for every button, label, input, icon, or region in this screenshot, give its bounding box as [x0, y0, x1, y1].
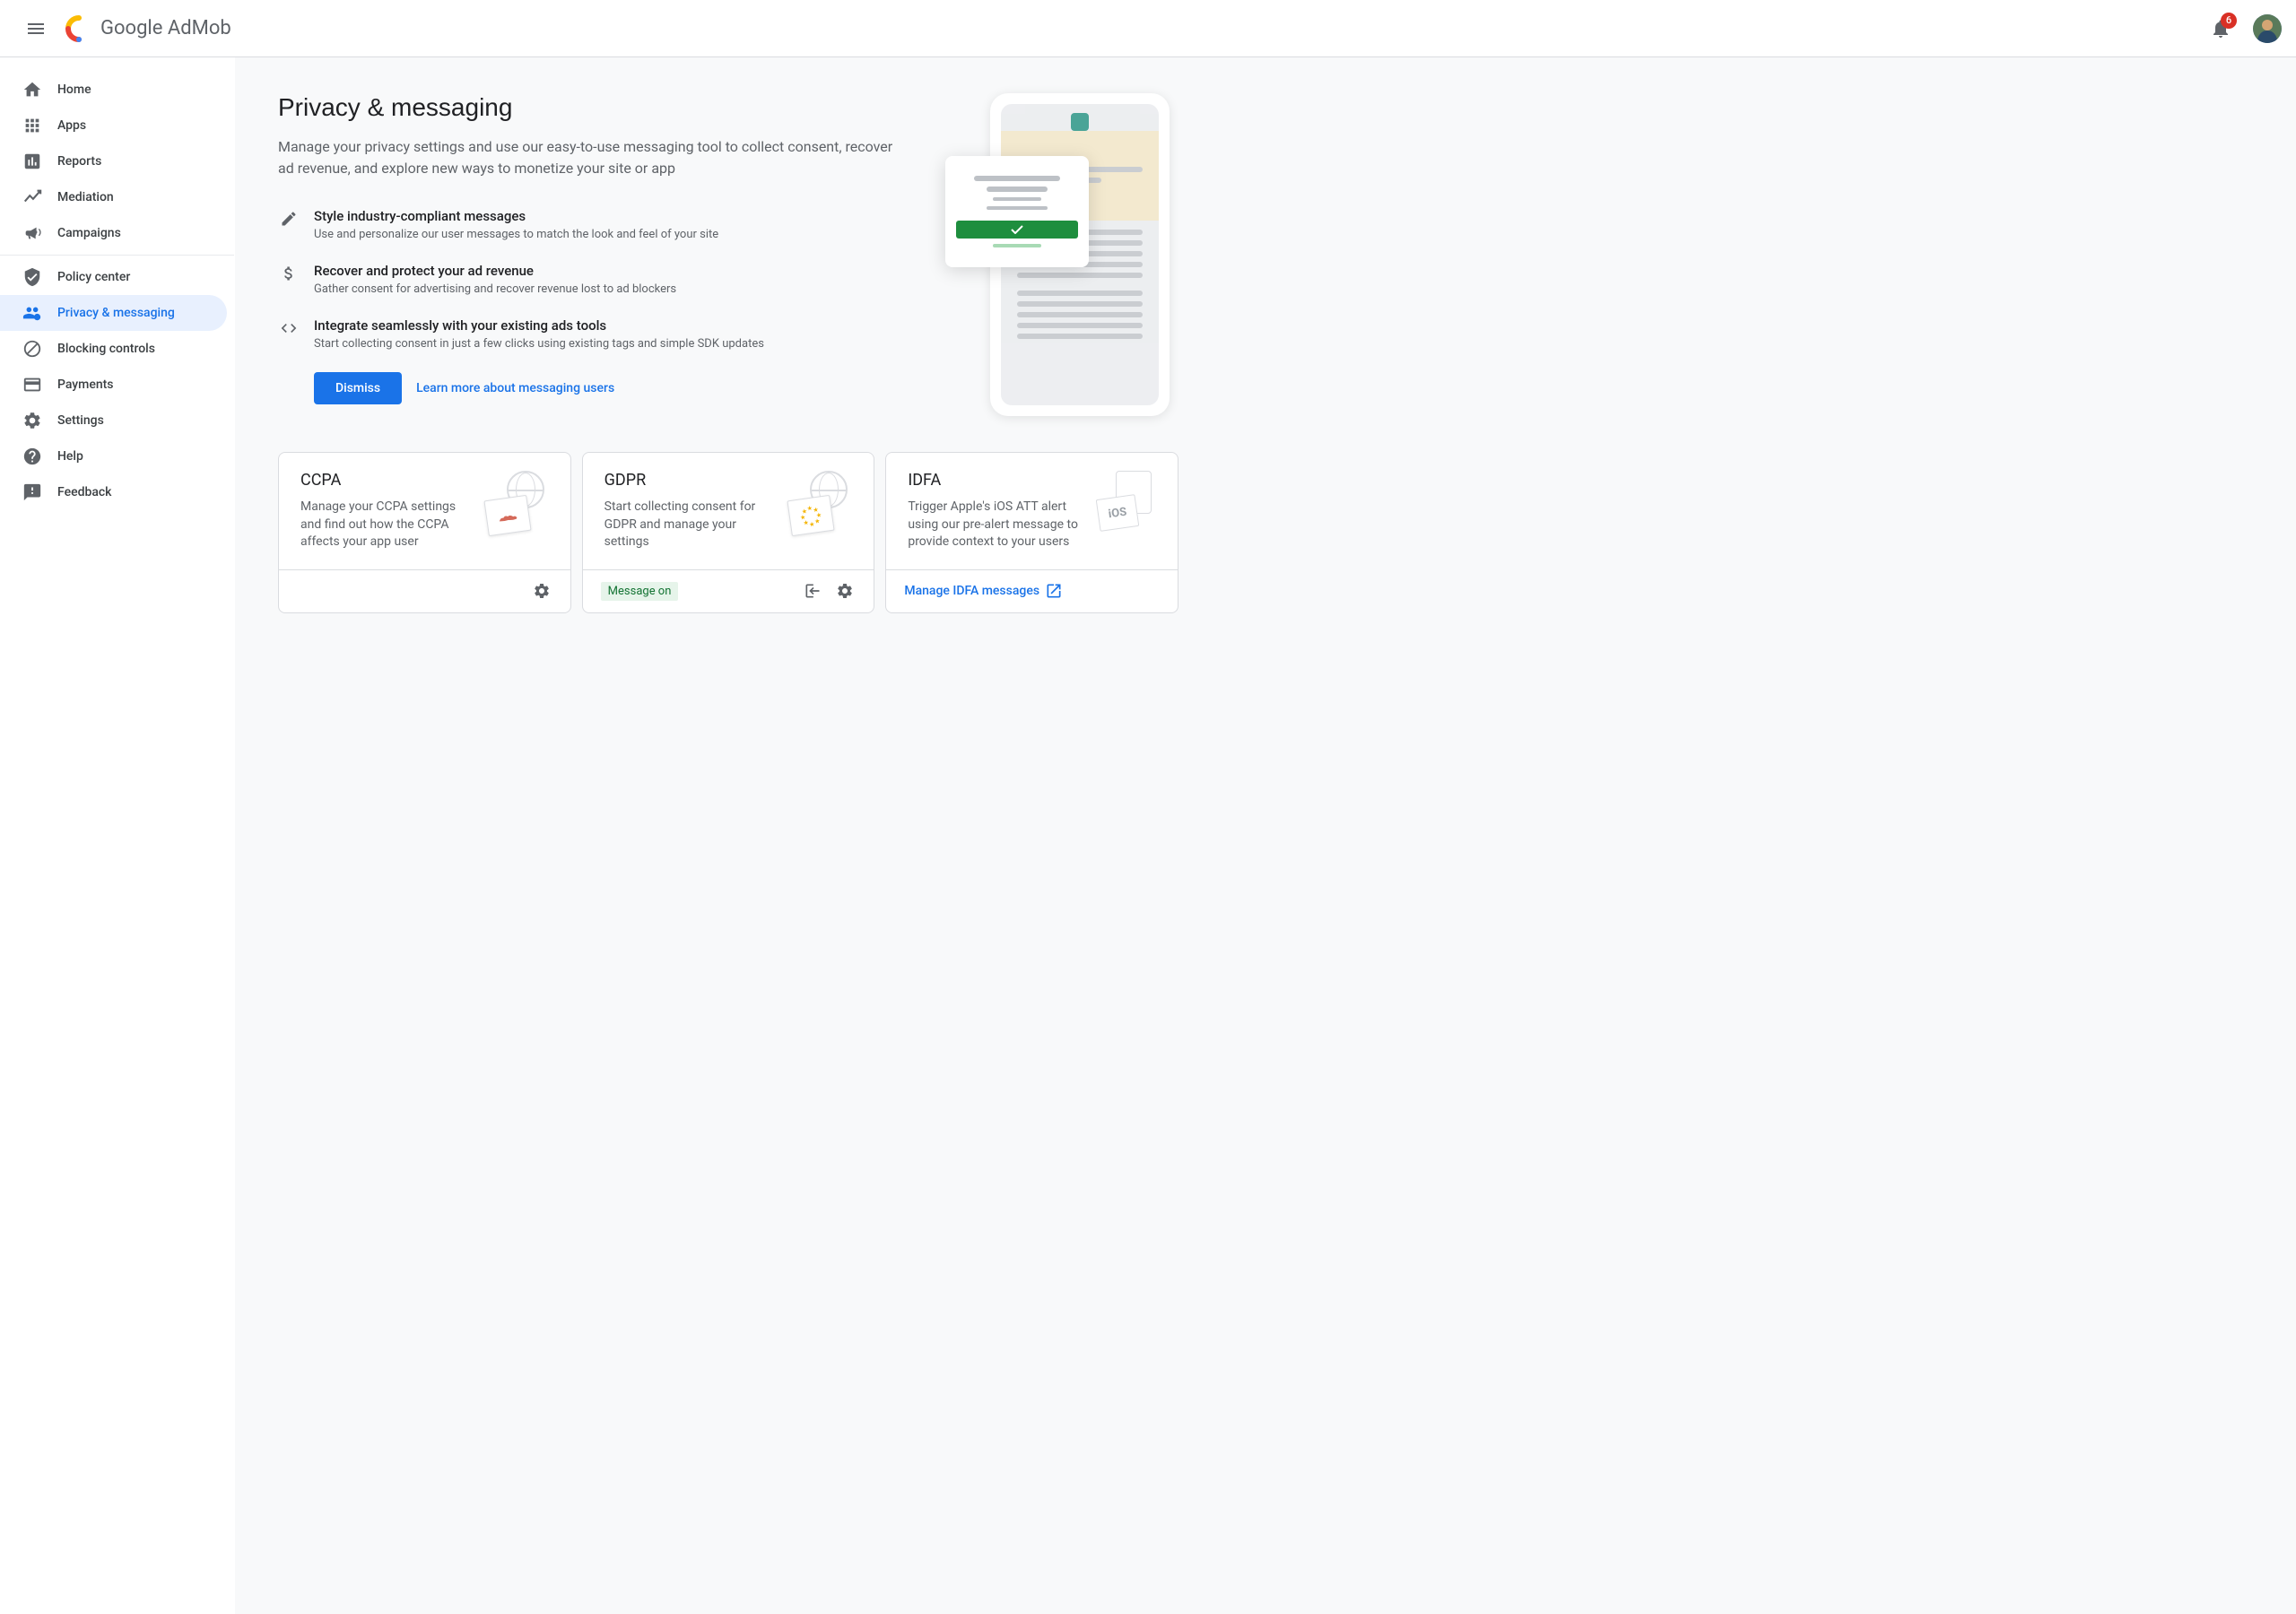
card-title: IDFA — [908, 471, 1083, 490]
notifications-button[interactable]: 6 — [2203, 11, 2239, 47]
settings-icon-button[interactable] — [834, 580, 856, 602]
card-desc: Start collecting consent for GDPR and ma… — [604, 499, 779, 551]
admob-logo-icon — [65, 14, 93, 43]
code-icon — [278, 317, 300, 339]
card-desc: Trigger Apple's iOS ATT alert using our … — [908, 499, 1083, 551]
page-subtitle: Manage your privacy settings and use our… — [278, 136, 909, 179]
privacy-icon — [22, 302, 43, 324]
preview-icon-button[interactable] — [802, 580, 823, 602]
user-avatar[interactable] — [2253, 14, 2282, 43]
trend-icon — [22, 187, 43, 208]
sidebar-item-label: Privacy & messaging — [57, 306, 175, 320]
sidebar-nav: Home Apps Reports Mediation Campaigns Policy … — [0, 57, 235, 1614]
main-content: Privacy & messaging Manage your privacy … — [235, 57, 1222, 1614]
sidebar-item-settings[interactable]: Settings — [0, 403, 227, 438]
card-desc: Manage your CCPA settings and find out h… — [300, 499, 475, 551]
home-icon — [22, 79, 43, 100]
sidebar-item-help[interactable]: Help — [0, 438, 227, 474]
card-illustration: iOS — [1093, 471, 1156, 534]
feature-row: Integrate seamlessly with your existing … — [278, 317, 909, 351]
sidebar-item-privacy[interactable]: Privacy & messaging — [0, 295, 227, 331]
notification-badge: 6 — [2221, 13, 2237, 29]
sidebar-item-label: Blocking controls — [57, 342, 155, 356]
card-idfa: IDFA Trigger Apple's iOS ATT alert using … — [885, 452, 1178, 613]
feature-desc: Use and personalize our user messages to… — [314, 228, 718, 241]
product-name: Google AdMob — [100, 17, 231, 39]
card-ccpa: CCPA Manage your CCPA settings and find o… — [278, 452, 571, 613]
sidebar-item-label: Apps — [57, 118, 86, 133]
open-in-new-icon — [1045, 582, 1063, 600]
feature-row: Recover and protect your ad revenue Gathe… — [278, 263, 909, 296]
sidebar-item-home[interactable]: Home — [0, 72, 227, 108]
sidebar-item-label: Policy center — [57, 270, 130, 284]
manage-link[interactable]: Manage IDFA messages — [904, 582, 1063, 600]
sidebar-item-mediation[interactable]: Mediation — [0, 179, 227, 215]
help-icon — [22, 446, 43, 467]
feature-title: Recover and protect your ad revenue — [314, 263, 676, 279]
learn-more-link[interactable]: Learn more about messaging users — [416, 381, 614, 395]
card-illustration — [486, 471, 549, 534]
sidebar-item-reports[interactable]: Reports — [0, 143, 227, 179]
feedback-icon — [22, 482, 43, 503]
sidebar-item-payments[interactable]: Payments — [0, 367, 227, 403]
hamburger-menu-button[interactable] — [14, 7, 57, 50]
feature-title: Integrate seamlessly with your existing … — [314, 317, 764, 334]
payments-icon — [22, 374, 43, 395]
sidebar-item-label: Payments — [57, 377, 114, 392]
page-title: Privacy & messaging — [278, 93, 909, 122]
hero-section: Privacy & messaging Manage your privacy … — [278, 93, 1178, 416]
feature-row: Style industry-compliant messages Use and… — [278, 208, 909, 241]
sidebar-item-label: Feedback — [57, 485, 111, 499]
apps-icon — [22, 115, 43, 136]
sidebar-item-blocking[interactable]: Blocking controls — [0, 331, 227, 367]
card-title: CCPA — [300, 471, 475, 490]
dismiss-button[interactable]: Dismiss — [314, 372, 402, 404]
feature-title: Style industry-compliant messages — [314, 208, 718, 224]
card-footer: Manage IDFA messages — [886, 569, 1178, 612]
feature-desc: Gather consent for advertising and recov… — [314, 282, 676, 296]
megaphone-icon — [22, 222, 43, 244]
card-footer: Message on — [583, 569, 874, 612]
card-footer — [279, 569, 570, 612]
bar-chart-icon — [22, 151, 43, 172]
sidebar-item-label: Home — [57, 82, 91, 97]
shield-icon — [22, 266, 43, 288]
block-icon — [22, 338, 43, 360]
sidebar-item-apps[interactable]: Apps — [0, 108, 227, 143]
sidebar-item-label: Settings — [57, 413, 104, 428]
sidebar-item-campaigns[interactable]: Campaigns — [0, 215, 227, 251]
dollar-icon — [278, 263, 300, 284]
sidebar-item-label: Campaigns — [57, 226, 121, 240]
pencil-icon — [278, 208, 300, 230]
hero-illustration — [945, 93, 1178, 416]
card-illustration: ★★★★★★★★ — [789, 471, 852, 534]
sidebar-item-feedback[interactable]: Feedback — [0, 474, 227, 510]
cards-grid: CCPA Manage your CCPA settings and find o… — [278, 452, 1178, 613]
app-header: Google AdMob 6 — [0, 0, 2296, 57]
feature-desc: Start collecting consent in just a few c… — [314, 337, 764, 351]
card-title: GDPR — [604, 471, 779, 490]
card-gdpr: GDPR Start collecting consent for GDPR an… — [582, 452, 875, 613]
settings-icon-button[interactable] — [531, 580, 552, 602]
sidebar-item-label: Mediation — [57, 190, 114, 204]
sidebar-item-label: Reports — [57, 154, 101, 169]
sidebar-item-label: Help — [57, 449, 83, 464]
sidebar-item-policy[interactable]: Policy center — [0, 259, 227, 295]
product-logo[interactable]: Google AdMob — [65, 14, 231, 43]
gear-icon — [22, 410, 43, 431]
status-chip: Message on — [601, 582, 679, 601]
